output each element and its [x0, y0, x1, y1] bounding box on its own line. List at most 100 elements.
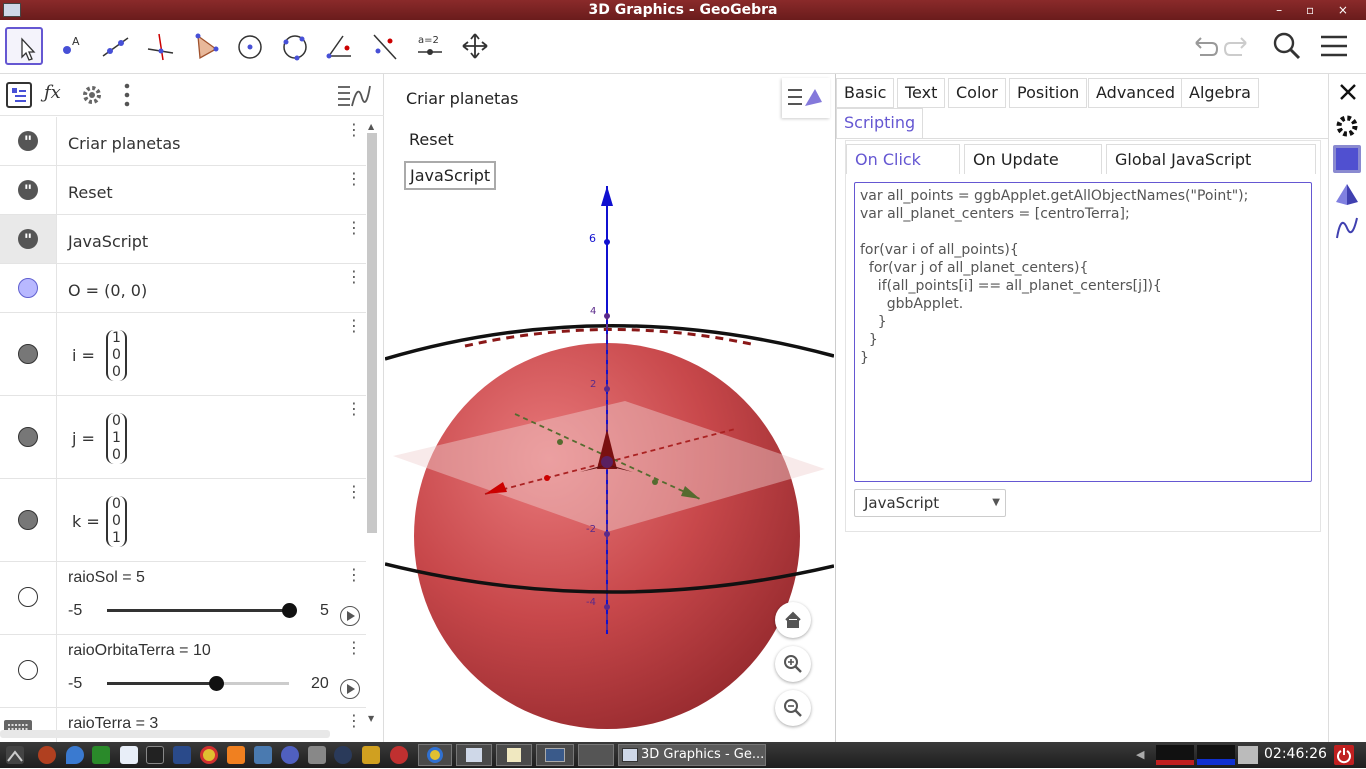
visibility-toggle-icon[interactable]	[18, 427, 38, 447]
graphing-view-toggle-icon[interactable]	[336, 84, 372, 108]
style-bar-toggle-icon[interactable]	[782, 78, 830, 118]
algebra-row-criar-planetas[interactable]: " Criar planetas ⋮	[0, 117, 366, 166]
gear-icon[interactable]	[1335, 114, 1359, 138]
visibility-toggle-icon[interactable]	[18, 587, 38, 607]
row-menu-icon[interactable]: ⋮	[346, 713, 362, 729]
files-icon[interactable]	[308, 746, 326, 764]
row-menu-icon[interactable]: ⋮	[346, 220, 362, 236]
move-tool-icon[interactable]	[5, 27, 43, 65]
script-editor[interactable]: var all_points = ggbApplet.getAllObjectN…	[854, 182, 1312, 482]
text-quote-icon[interactable]: "	[18, 229, 38, 249]
taskbar-chrome-window[interactable]	[418, 744, 452, 766]
target-icon[interactable]	[390, 746, 408, 764]
taskbar-window-5[interactable]	[578, 744, 614, 766]
play-icon[interactable]	[340, 679, 360, 699]
circle-through-points-icon[interactable]	[276, 27, 314, 65]
display-settings-icon[interactable]	[254, 746, 272, 764]
spreadsheet-function-icon[interactable]	[1335, 216, 1361, 240]
text-quote-icon[interactable]: "	[18, 131, 38, 151]
reset-button[interactable]: Reset	[409, 130, 454, 149]
move-view-icon[interactable]	[456, 27, 494, 65]
network-icon[interactable]	[92, 746, 110, 764]
battery-icon[interactable]	[1238, 746, 1258, 764]
zoom-out-icon[interactable]	[775, 690, 811, 726]
tab-color[interactable]: Color	[948, 78, 1006, 108]
graphics-3d-view-icon[interactable]	[1334, 182, 1360, 206]
algebra-row-vector-j[interactable]: j = 010 ⋮	[0, 396, 366, 479]
javascript-button[interactable]: JavaScript	[404, 161, 497, 190]
power-icon[interactable]	[1334, 745, 1354, 765]
volume-icon[interactable]: ◀	[1136, 748, 1144, 761]
steam-icon[interactable]	[334, 746, 352, 764]
algebra-row-vector-k[interactable]: k = 001 ⋮	[0, 479, 366, 562]
visibility-toggle-icon[interactable]	[18, 344, 38, 364]
line-tool-icon[interactable]	[96, 27, 134, 65]
chrome-icon[interactable]	[200, 746, 218, 764]
point-tool-icon[interactable]: A	[51, 27, 89, 65]
row-menu-icon[interactable]: ⋮	[346, 269, 362, 285]
criar-planetas-button[interactable]: Criar planetas	[406, 89, 518, 108]
zoom-in-icon[interactable]	[775, 646, 811, 682]
perpendicular-line-icon[interactable]	[141, 27, 179, 65]
tab-on-update[interactable]: On Update	[964, 144, 1102, 174]
start-menu-icon[interactable]	[6, 746, 24, 764]
tab-algebra[interactable]: Algebra	[1181, 78, 1259, 108]
circle-tool-icon[interactable]	[231, 27, 269, 65]
tab-on-click[interactable]: On Click	[846, 144, 960, 174]
main-menu-icon[interactable]	[1318, 29, 1352, 63]
search-icon[interactable]	[1270, 29, 1304, 63]
bluetooth-icon[interactable]	[281, 746, 299, 764]
visibility-toggle-icon[interactable]	[18, 660, 38, 680]
algebra-row-reset[interactable]: " Reset ⋮	[0, 166, 366, 215]
text-quote-icon[interactable]: "	[18, 180, 38, 200]
taskbar-window-4[interactable]	[536, 744, 574, 766]
redo-icon[interactable]	[1222, 29, 1256, 63]
sort-icon[interactable]	[6, 82, 32, 108]
undo-icon[interactable]	[1186, 29, 1220, 63]
polygon-tool-icon[interactable]	[186, 27, 224, 65]
more-options-icon[interactable]	[123, 82, 131, 112]
slider-knob[interactable]	[282, 603, 297, 618]
algebra-row-javascript[interactable]: " JavaScript ⋮	[0, 215, 366, 264]
algebra-row-point-o[interactable]: O = (0, 0) ⋮	[0, 264, 366, 313]
angle-tool-icon[interactable]	[321, 27, 359, 65]
row-menu-icon[interactable]: ⋮	[346, 171, 362, 187]
puzzle-icon[interactable]	[362, 746, 380, 764]
vlc-icon[interactable]	[227, 746, 245, 764]
window-controls[interactable]: – ▫ ×	[1276, 0, 1358, 20]
window-menu-icon[interactable]	[3, 3, 21, 17]
graphics-3d-view[interactable]: 6 4 2 -2 -4 Criar planetas Reset JavaScr…	[385, 74, 834, 742]
algebra-row-slider-raiosol[interactable]: raioSol = 5 -5 5 ⋮	[0, 562, 366, 635]
home-icon[interactable]	[775, 602, 811, 638]
row-menu-icon[interactable]: ⋮	[346, 567, 362, 583]
play-icon[interactable]	[340, 606, 360, 626]
tab-global-javascript[interactable]: Global JavaScript	[1106, 144, 1316, 174]
row-menu-icon[interactable]: ⋮	[346, 640, 362, 656]
taskbar-window-3[interactable]	[496, 744, 532, 766]
row-menu-icon[interactable]: ⋮	[346, 122, 362, 138]
slider-knob[interactable]	[209, 676, 225, 691]
input-bar-icon[interactable]: ƒx	[44, 82, 61, 103]
tab-position[interactable]: Position	[1009, 78, 1088, 108]
visibility-toggle-icon[interactable]	[18, 510, 38, 530]
horizontal-scrollbar[interactable]	[0, 730, 330, 738]
graphics-view-icon[interactable]	[1333, 145, 1361, 173]
tab-scripting[interactable]: Scripting	[836, 108, 924, 138]
tab-text[interactable]: Text	[897, 78, 946, 108]
water-drop-icon[interactable]	[66, 746, 84, 764]
system-monitor-icon[interactable]	[173, 746, 191, 764]
tab-basic[interactable]: Basic	[836, 78, 895, 108]
visibility-toggle-icon[interactable]	[18, 278, 38, 298]
slider-track[interactable]	[107, 603, 297, 618]
terminal-icon[interactable]	[146, 746, 164, 764]
reflect-tool-icon[interactable]	[366, 27, 404, 65]
document-icon[interactable]	[120, 746, 138, 764]
vertical-scrollbar[interactable]: ▲ ▼	[366, 119, 378, 734]
gear-icon[interactable]	[81, 84, 103, 106]
taskbar-active-geogebra[interactable]: 3D Graphics - Ge...	[618, 744, 766, 766]
row-menu-icon[interactable]: ⋮	[346, 484, 362, 500]
tab-advanced[interactable]: Advanced	[1088, 78, 1184, 108]
row-menu-icon[interactable]: ⋮	[346, 318, 362, 334]
script-language-select[interactable]: JavaScript ▼	[854, 489, 1006, 517]
slider-track[interactable]	[107, 676, 289, 691]
